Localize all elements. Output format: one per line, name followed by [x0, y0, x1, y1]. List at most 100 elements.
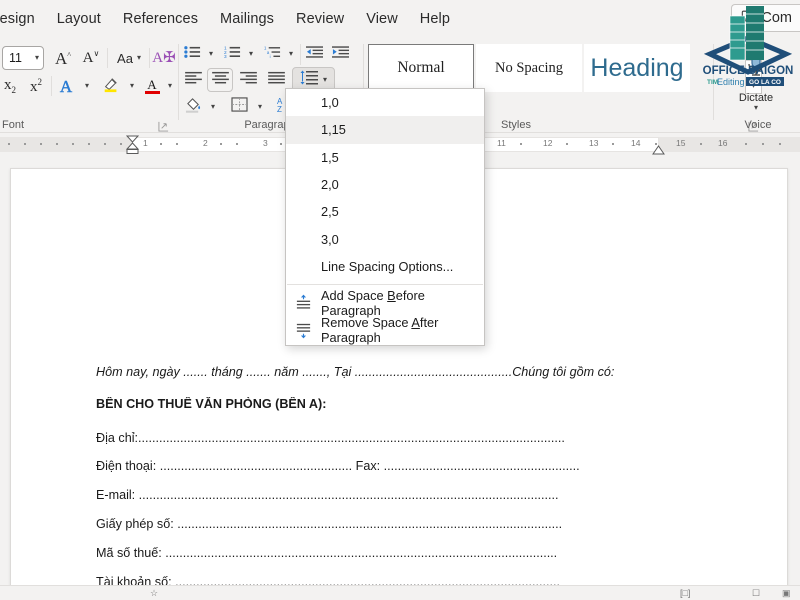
status-bar: ☆ [□] ☐ ▣ [0, 585, 800, 600]
group-label-voice: Voice [744, 119, 772, 131]
style-no-spacing-label: No Spacing [494, 59, 564, 76]
style-heading[interactable]: Heading [584, 44, 690, 92]
menu-item-spacing-1-5[interactable]: 1,5 [286, 144, 484, 171]
tab-references[interactable]: References [112, 8, 209, 30]
decrease-indent-button[interactable] [302, 43, 326, 65]
bullets-button[interactable] [180, 43, 204, 65]
style-normal[interactable]: Normal [368, 44, 474, 92]
font-dialog-launcher[interactable] [158, 119, 169, 132]
text-effects-dropdown[interactable]: ▾ [79, 74, 95, 98]
menu-item-label: Line Spacing Options... [321, 258, 454, 274]
menu-item-label: 2,5 [321, 204, 339, 220]
chevron-down-icon: ▾ [257, 102, 262, 111]
menu-item-label: Add Space Before Paragraph [321, 287, 425, 318]
tab-view[interactable]: View [355, 8, 409, 30]
shrink-font-button[interactable]: A∨ [78, 46, 104, 70]
remove-space-after-icon [295, 322, 312, 339]
tab-review[interactable]: Review [285, 8, 355, 30]
menu-item-add-space-before-paragraph[interactable]: Add Space Before Paragraph [286, 287, 484, 318]
dictate-dropdown-icon[interactable]: ▾ [730, 104, 782, 112]
chevron-down-icon: ▾ [84, 81, 89, 90]
line-spacing-dropdown-menu[interactable]: 1,0 1,15 1,5 2,0 2,5 3,0 Line Spacing Op… [285, 88, 485, 346]
chevron-down-icon: ▾ [167, 81, 172, 90]
bullets-dropdown[interactable]: ▾ [204, 43, 218, 65]
align-center-button[interactable] [207, 68, 233, 92]
document-line-address: Địa chỉ:................................… [96, 431, 565, 445]
highlight-marker-icon [102, 75, 120, 98]
focus-mode-icon[interactable]: [□] [680, 588, 690, 598]
tab-design[interactable]: Design [0, 8, 46, 30]
align-left-icon [184, 71, 202, 89]
document-line-phone-fax: Điện thoại: ............................… [96, 459, 580, 473]
font-color-button[interactable]: A [140, 74, 164, 98]
grow-font-button[interactable]: A^ [50, 46, 76, 70]
document-line-party-a: BÊN CHO THUÊ VĂN PHÒNG (BÊN A): [96, 397, 327, 411]
shading-dropdown[interactable]: ▾ [206, 96, 220, 118]
font-size-combo[interactable]: 11 ▾ [2, 46, 44, 70]
align-center-icon [211, 71, 229, 89]
highlight-color-dropdown[interactable]: ▾ [124, 74, 140, 98]
subscript-button[interactable]: x2 [0, 74, 22, 98]
style-heading-label: Heading [590, 53, 684, 82]
menu-item-spacing-1-15[interactable]: 1,15 [286, 116, 484, 144]
superscript-button[interactable]: x2 [24, 74, 48, 98]
chevron-down-icon: ▾ [322, 75, 327, 84]
font-color-dropdown[interactable]: ▾ [163, 74, 177, 98]
chevron-down-icon: ▾ [208, 49, 213, 58]
menu-item-spacing-2-0[interactable]: 2,0 [286, 171, 484, 198]
menu-item-label: 1,15 [321, 122, 346, 138]
borders-dropdown[interactable]: ▾ [253, 96, 267, 118]
borders-button[interactable] [226, 96, 252, 118]
document-line-license: Giấy phép số: ..........................… [96, 517, 563, 531]
font-size-value: 11 [9, 51, 22, 65]
svg-text:Z: Z [277, 105, 282, 113]
print-layout-icon[interactable]: ▣ [782, 588, 791, 599]
increase-indent-button[interactable] [328, 43, 352, 65]
ribbon-group-font: 11 ▾ A^ A∨ Aa ▾ A✠ x2 x2 A ▾ ▾ A ▾ Font [0, 38, 177, 133]
group-divider [178, 44, 179, 120]
divider [149, 48, 150, 68]
clear-formatting-button[interactable]: A✠ [152, 46, 176, 70]
shading-button[interactable] [180, 96, 206, 118]
tab-help[interactable]: Help [409, 8, 461, 30]
style-no-spacing[interactable]: No Spacing [476, 44, 582, 92]
align-right-button[interactable] [235, 68, 261, 92]
menu-item-label: 2,0 [321, 177, 339, 193]
numbering-dropdown[interactable]: ▾ [244, 43, 258, 65]
menu-item-remove-space-after-paragraph[interactable]: Remove Space After Paragraph [286, 315, 484, 345]
divider [107, 48, 108, 68]
align-left-button[interactable] [180, 68, 206, 92]
increase-indent-icon [331, 45, 349, 64]
multilevel-list-dropdown[interactable]: ▾ [284, 43, 298, 65]
tab-layout[interactable]: Layout [46, 8, 112, 30]
multilevel-list-button[interactable]: 1 a i [260, 43, 284, 65]
menu-item-label: 3,0 [321, 231, 339, 247]
menu-item-line-spacing-options[interactable]: Line Spacing Options... [286, 253, 484, 280]
text-highlight-button[interactable] [98, 74, 124, 98]
text-effects-button[interactable]: A [54, 74, 78, 98]
change-case-button[interactable]: Aa ▾ [110, 46, 148, 70]
tab-mailings[interactable]: Mailings [209, 8, 285, 30]
menu-item-label: 1,0 [321, 95, 339, 111]
svg-text:3: 3 [224, 54, 227, 59]
document-line-email: E-mail: ................................… [96, 488, 559, 502]
menu-item-label: 1,5 [321, 149, 339, 165]
office-saigon-watermark: OFFICE SAIGON TIM Editing GO LA CO [700, 2, 796, 98]
subscript-icon: x2 [4, 76, 16, 95]
justify-icon [267, 71, 285, 89]
svg-text:i: i [269, 54, 270, 59]
clear-formatting-icon: A✠ [152, 49, 176, 66]
menu-item-spacing-2-5[interactable]: 2,5 [286, 198, 484, 225]
numbering-button[interactable]: 1 2 3 [220, 43, 244, 65]
menu-item-spacing-3-0[interactable]: 3,0 [286, 225, 484, 252]
text-effects-icon: A [59, 76, 73, 96]
web-layout-icon[interactable]: ☐ [752, 588, 760, 599]
accessibility-icon[interactable]: ☆ [150, 588, 158, 599]
menu-item-spacing-1-0[interactable]: 1,0 [286, 89, 484, 116]
style-normal-label: Normal [397, 59, 445, 76]
document-line-account: Tài khoản số: ..........................… [96, 575, 560, 585]
word-application-window: Design Layout References Mailings Review… [0, 0, 800, 600]
ruler-left-margin [0, 137, 132, 152]
chevron-down-icon: ▾ [129, 81, 134, 90]
chevron-down-icon: ▾ [288, 49, 293, 58]
